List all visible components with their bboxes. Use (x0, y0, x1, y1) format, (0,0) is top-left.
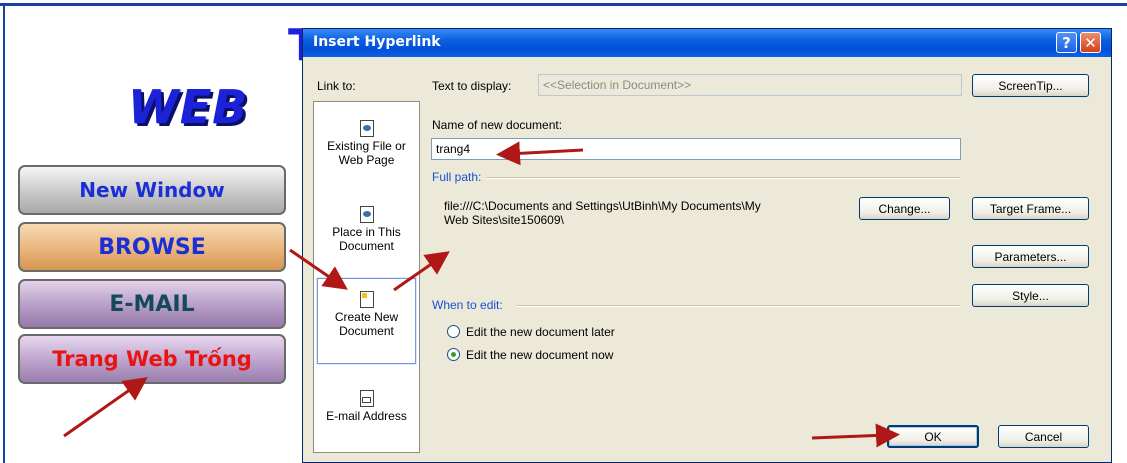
target-frame-button[interactable]: Target Frame... (972, 197, 1089, 220)
new-document-name-input[interactable]: trang4 (431, 138, 961, 160)
page-left-border (3, 6, 5, 463)
create-new-document-icon (359, 291, 374, 308)
help-icon: ? (1062, 33, 1071, 52)
link-item-label: Create New (334, 310, 399, 324)
link-item-label: Document (339, 239, 394, 253)
text-to-display-label: Text to display: (432, 79, 512, 93)
email-button[interactable]: E-MAIL (18, 279, 286, 329)
page-top-border (0, 3, 1127, 6)
full-path-label: Full path: (432, 170, 482, 184)
edit-later-label[interactable]: Edit the new document later (466, 325, 615, 339)
screentip-button[interactable]: ScreenTip... (972, 74, 1089, 97)
new-window-button[interactable]: New Window (18, 165, 286, 215)
close-button[interactable]: ✕ (1080, 32, 1101, 53)
change-button[interactable]: Change... (859, 197, 950, 220)
edit-now-label[interactable]: Edit the new document now (466, 348, 613, 362)
full-path-separator (486, 177, 960, 179)
full-path-value-line2: Web Sites\site150609\ (444, 213, 564, 227)
link-item-label: Web Page (338, 153, 395, 167)
full-path-value-line1: file:///C:\Documents and Settings\UtBinh… (444, 199, 761, 213)
cancel-button[interactable]: Cancel (998, 425, 1089, 448)
close-icon: ✕ (1084, 33, 1097, 52)
link-item-label: Existing File or (327, 139, 406, 153)
help-button[interactable]: ? (1056, 32, 1077, 53)
place-in-document-icon (359, 206, 374, 223)
edit-later-radio[interactable] (447, 325, 460, 338)
name-of-new-document-label: Name of new document: (432, 118, 563, 132)
parameters-button[interactable]: Parameters... (972, 245, 1089, 268)
link-item-label: Place in This (332, 225, 401, 239)
page-title-web: WEB (128, 80, 249, 134)
dialog-titlebar[interactable]: Insert Hyperlink ? ✕ (303, 29, 1111, 57)
link-to-label: Link to: (317, 79, 356, 93)
link-item-create-new-document[interactable]: Create New Document (317, 278, 416, 364)
when-to-edit-label: When to edit: (432, 298, 503, 312)
link-item-place-in-document[interactable]: Place in This Document (314, 206, 419, 253)
dialog-title: Insert Hyperlink (313, 34, 441, 50)
link-item-label: E-mail Address (326, 409, 407, 423)
email-address-icon (359, 390, 374, 407)
text-to-display-field[interactable]: <<Selection in Document>> (538, 74, 962, 96)
link-to-panel: Existing File or Web Page Place in This … (313, 101, 420, 453)
ok-button[interactable]: OK (887, 425, 979, 448)
when-to-edit-separator (516, 305, 960, 307)
insert-hyperlink-dialog: Insert Hyperlink ? ✕ Link to: Existing F… (302, 28, 1112, 463)
edit-now-radio[interactable] (447, 348, 460, 361)
browse-button[interactable]: BROWSE (18, 222, 286, 272)
link-item-email-address[interactable]: E-mail Address (314, 390, 419, 423)
link-item-existing-file[interactable]: Existing File or Web Page (314, 120, 419, 167)
style-button[interactable]: Style... (972, 284, 1089, 307)
existing-file-icon (359, 120, 374, 137)
blank-web-page-button[interactable]: Trang Web Trống (18, 334, 286, 384)
link-item-label: Document (339, 324, 394, 338)
